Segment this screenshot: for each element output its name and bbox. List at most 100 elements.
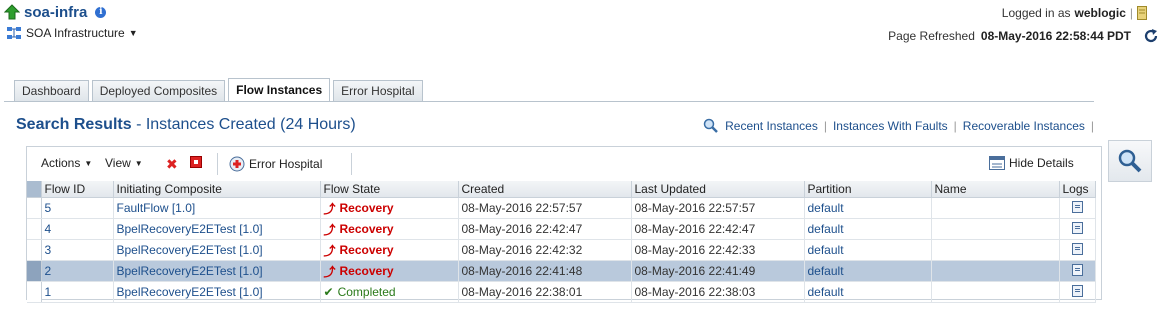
hide-details-button[interactable]: Hide Details — [989, 156, 1074, 170]
link-instances-with-faults[interactable]: Instances With Faults — [833, 119, 948, 133]
target-menu[interactable]: SOA Infrastructure ▼ — [6, 24, 138, 42]
log-icon[interactable] — [1071, 284, 1083, 297]
partition-link[interactable]: default — [804, 260, 932, 282]
error-hospital-button[interactable]: Error Hospital — [229, 156, 322, 172]
actions-label: Actions — [41, 156, 81, 170]
logs-cell — [1059, 239, 1096, 261]
log-icon[interactable] — [1071, 242, 1083, 255]
chevron-down-icon: ▼ — [128, 28, 138, 38]
log-icon[interactable] — [1071, 221, 1083, 234]
composite-link[interactable]: FaultFlow [1.0] — [113, 197, 321, 219]
results-subtitle: - Instances Created (24 Hours) — [136, 116, 356, 133]
up-arrow-icon — [4, 4, 20, 20]
logs-cell — [1059, 218, 1096, 240]
checkmark-icon: ✔ — [323, 285, 334, 299]
results-panel: Actions ▼ View ▼ ✖ Error Hospital Hide D… — [26, 146, 1102, 303]
logs-cell — [1059, 281, 1096, 303]
table-row[interactable]: 4 BpelRecoveryE2ETest [1.0] ⤴ Recovery 08… — [27, 218, 1096, 240]
created-cell: 08-May-2016 22:57:57 — [458, 197, 632, 219]
recovery-icon: ⤴ — [323, 243, 336, 258]
created-cell: 08-May-2016 22:42:32 — [458, 239, 632, 261]
page-title: soa-infra — [24, 3, 88, 21]
table-header-row: Flow ID Initiating Composite Flow State … — [27, 181, 1096, 198]
flow-state-label[interactable]: Recovery — [340, 264, 394, 278]
flow-state-label[interactable]: Completed — [338, 285, 396, 299]
search-panel-button[interactable] — [1108, 140, 1152, 182]
column-header-created[interactable]: Created — [458, 181, 632, 198]
soa-infrastructure-icon — [7, 27, 21, 39]
user-name[interactable]: weblogic — [1075, 6, 1126, 20]
hide-details-label: Hide Details — [1009, 156, 1074, 170]
flow-state-label[interactable]: Recovery — [340, 222, 394, 236]
flow-state-label[interactable]: Recovery — [340, 243, 394, 257]
flow-state-cell: ⤴ Recovery — [320, 218, 459, 240]
column-header-flow-id[interactable]: Flow ID — [41, 181, 114, 198]
composite-link[interactable]: BpelRecoveryE2ETest [1.0] — [113, 218, 321, 240]
created-cell: 08-May-2016 22:41:48 — [458, 260, 632, 282]
flow-id-link[interactable]: 3 — [41, 239, 114, 261]
refresh-info: Page Refreshed 08-May-2016 22:58:44 PDT — [888, 26, 1159, 46]
flow-id-link[interactable]: 4 — [41, 218, 114, 240]
row-selector[interactable] — [27, 239, 42, 261]
recovery-icon: ⤴ — [323, 264, 336, 279]
table-row[interactable]: 1 BpelRecoveryE2ETest [1.0] ✔ Completed 0… — [27, 281, 1096, 303]
partition-link[interactable]: default — [804, 218, 932, 240]
partition-link[interactable]: default — [804, 197, 932, 219]
actions-menu[interactable]: Actions ▼ — [41, 156, 92, 170]
column-header-logs[interactable]: Logs — [1059, 181, 1096, 198]
last-updated-cell: 08-May-2016 22:42:33 — [631, 239, 805, 261]
column-header-flow-state[interactable]: Flow State — [320, 181, 459, 198]
name-cell — [931, 260, 1060, 282]
tab-bar: Dashboard Deployed Composites Flow Insta… — [14, 78, 423, 101]
row-selector[interactable] — [27, 218, 42, 240]
column-header-partition[interactable]: Partition — [804, 181, 932, 198]
log-icon[interactable] — [1071, 263, 1083, 276]
refresh-icon[interactable] — [1143, 28, 1159, 44]
last-updated-cell: 08-May-2016 22:41:49 — [631, 260, 805, 282]
flow-state-cell: ⤴ Recovery — [320, 197, 459, 219]
table-row[interactable]: 3 BpelRecoveryE2ETest [1.0] ⤴ Recovery 08… — [27, 239, 1096, 261]
logs-cell — [1059, 197, 1096, 219]
row-selector[interactable] — [27, 197, 42, 219]
last-updated-cell: 08-May-2016 22:38:03 — [631, 281, 805, 303]
composite-link[interactable]: BpelRecoveryE2ETest [1.0] — [113, 239, 321, 261]
link-recent-instances[interactable]: Recent Instances — [725, 119, 818, 133]
flow-id-link[interactable]: 5 — [41, 197, 114, 219]
flow-state-cell: ✔ Completed — [320, 281, 459, 303]
column-header-name[interactable]: Name — [931, 181, 1060, 198]
created-cell: 08-May-2016 22:38:01 — [458, 281, 632, 303]
table-row-selected[interactable]: 2 BpelRecoveryE2ETest [1.0] ⤴ Recovery 08… — [27, 260, 1096, 282]
table-row[interactable]: 5 FaultFlow [1.0] ⤴ Recovery 08-May-2016 … — [27, 197, 1096, 219]
magnifier-icon — [1118, 149, 1142, 173]
composite-link[interactable]: BpelRecoveryE2ETest [1.0] — [113, 281, 321, 303]
error-hospital-label: Error Hospital — [249, 157, 323, 171]
row-selector-header — [27, 181, 42, 198]
stop-button[interactable] — [190, 156, 202, 168]
partition-link[interactable]: default — [804, 281, 932, 303]
chevron-down-icon: ▼ — [134, 158, 143, 168]
link-recoverable-instances[interactable]: Recoverable Instances — [963, 119, 1085, 133]
tab-dashboard[interactable]: Dashboard — [14, 80, 89, 101]
flow-instances-table: Flow ID Initiating Composite Flow State … — [27, 181, 1096, 303]
info-icon[interactable]: i — [95, 6, 107, 18]
view-menu[interactable]: View ▼ — [105, 156, 143, 170]
login-info: Logged in as weblogic | — [1002, 4, 1147, 22]
tab-deployed-composites[interactable]: Deployed Composites — [91, 80, 226, 101]
server-icon — [1137, 6, 1147, 20]
recovery-icon: ⤴ — [323, 201, 336, 216]
flow-state-label[interactable]: Recovery — [340, 201, 394, 215]
tab-flow-instances[interactable]: Flow Instances — [228, 78, 331, 101]
flow-id-link[interactable]: 2 — [41, 260, 114, 282]
tab-error-hospital[interactable]: Error Hospital — [333, 80, 423, 101]
column-header-initiating-composite[interactable]: Initiating Composite — [113, 181, 321, 198]
partition-link[interactable]: default — [804, 239, 932, 261]
abort-button[interactable]: ✖ — [166, 156, 178, 173]
log-icon[interactable] — [1071, 200, 1083, 213]
quick-links: Recent Instances | Instances With Faults… — [703, 118, 1094, 134]
composite-link[interactable]: BpelRecoveryE2ETest [1.0] — [113, 260, 321, 282]
row-selector[interactable] — [27, 281, 42, 303]
flow-id-link[interactable]: 1 — [41, 281, 114, 303]
row-selector[interactable] — [27, 260, 42, 282]
logged-in-label: Logged in as — [1001, 6, 1071, 20]
column-header-last-updated[interactable]: Last Updated — [631, 181, 805, 198]
